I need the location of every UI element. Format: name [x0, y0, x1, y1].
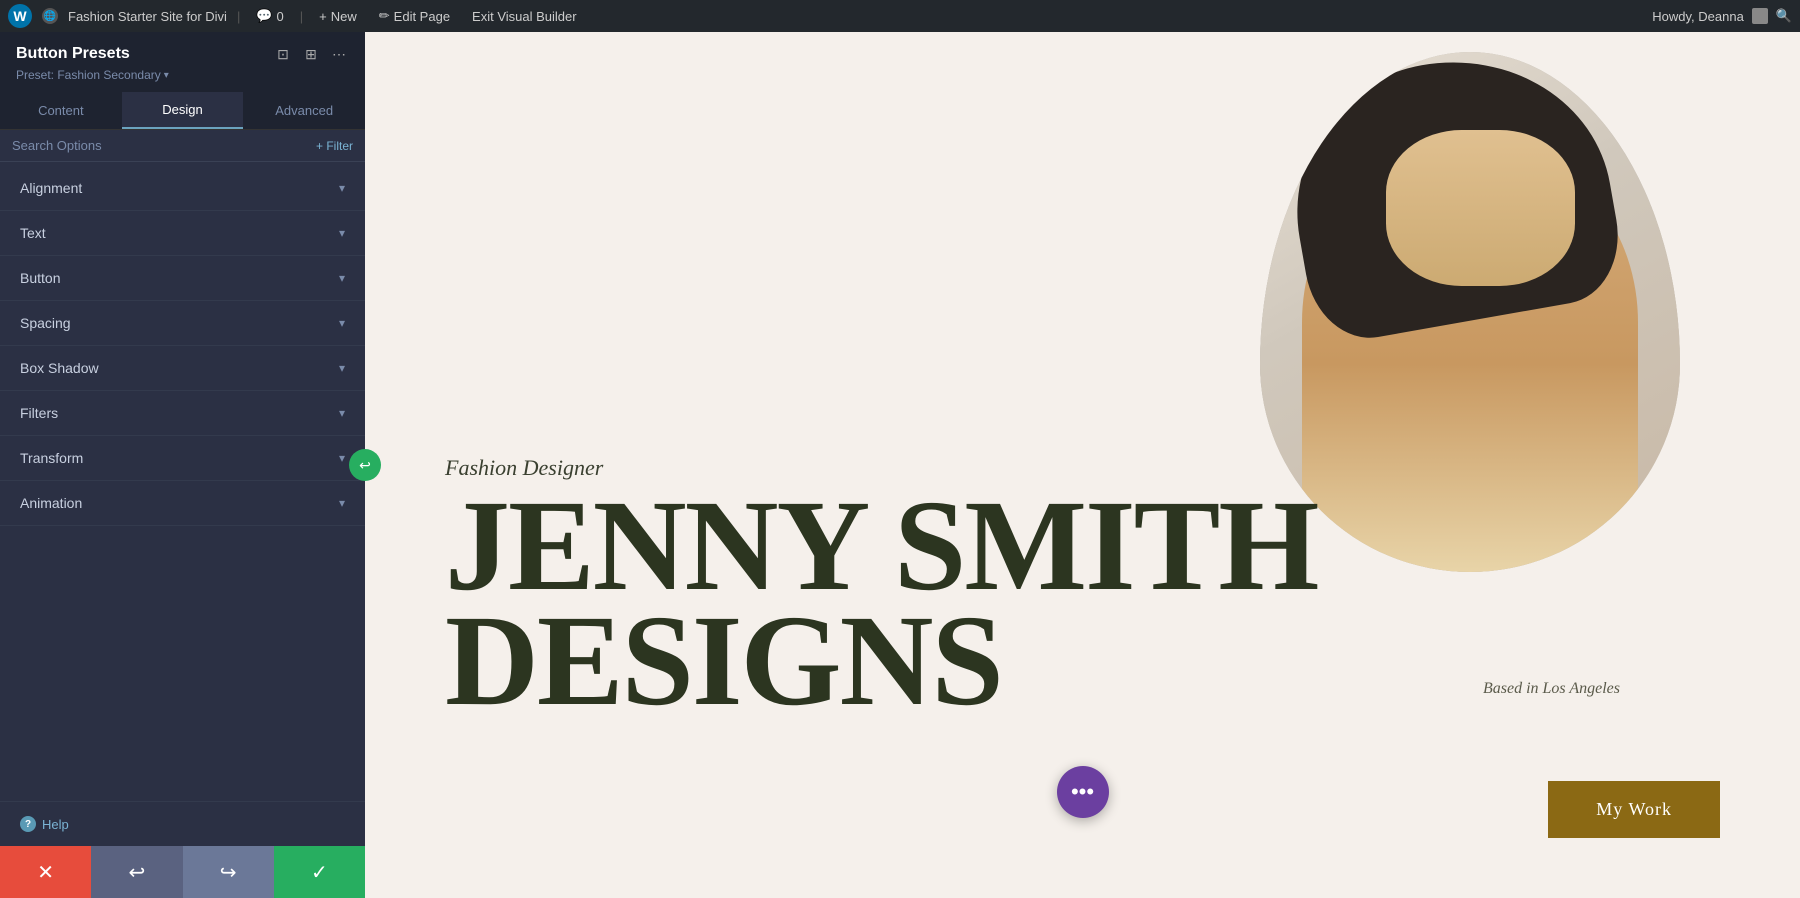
bottom-toolbar: ✕ ↩ ↪ ✓: [0, 846, 365, 898]
option-spacing[interactable]: Spacing ▾: [0, 301, 365, 346]
option-transform[interactable]: Transform ▾: [0, 436, 365, 481]
back-arrow-icon: ↩: [359, 457, 371, 474]
chevron-down-icon: ▾: [339, 406, 345, 420]
main-area: Button Presets ⊡ ⊞ ⋯ Preset: Fashion Sec…: [0, 32, 1800, 898]
option-animation[interactable]: Animation ▾: [0, 481, 365, 526]
comments-button[interactable]: 💬 0: [250, 6, 289, 26]
separator2: |: [300, 9, 303, 24]
option-text[interactable]: Text ▾: [0, 211, 365, 256]
sidebar-header: Button Presets ⊡ ⊞ ⋯ Preset: Fashion Sec…: [0, 32, 365, 92]
options-list: Alignment ▾ Text ▾ Button ▾ Spacing ▾ Bo…: [0, 162, 365, 801]
option-transform-label: Transform: [20, 450, 83, 466]
sidebar-title: Button Presets: [16, 45, 130, 63]
hero-portrait-container: [1260, 52, 1680, 572]
hero-title-line2: DESIGNS: [445, 589, 1002, 733]
tab-design[interactable]: Design: [122, 92, 244, 129]
preset-label[interactable]: Preset: Fashion Secondary ▾: [16, 68, 349, 82]
hero-location: Based in Los Angeles: [1483, 680, 1620, 698]
site-name[interactable]: Fashion Starter Site for Divi: [68, 9, 227, 24]
redo-button[interactable]: ↪: [183, 846, 274, 898]
site-icon: 🌐: [42, 8, 58, 24]
sidebar-wrapper: Button Presets ⊡ ⊞ ⋯ Preset: Fashion Sec…: [0, 32, 365, 898]
help-link[interactable]: ? Help: [20, 816, 345, 832]
option-box-shadow-label: Box Shadow: [20, 360, 99, 376]
new-button[interactable]: + New: [313, 7, 363, 26]
help-label: Help: [42, 817, 69, 832]
hero-section: Fashion Designer JENNY SMITH DESIGNS Bas…: [365, 32, 1800, 898]
save-button[interactable]: ✓: [274, 846, 365, 898]
plus-icon: +: [319, 9, 327, 24]
fab-button[interactable]: •••: [1057, 766, 1109, 818]
chevron-down-icon: ▾: [339, 451, 345, 465]
tab-advanced[interactable]: Advanced: [243, 92, 365, 129]
hero-text-block: Fashion Designer JENNY SMITH DESIGNS: [445, 455, 1317, 718]
option-spacing-label: Spacing: [20, 315, 71, 331]
sidebar-back-button[interactable]: ↩: [349, 449, 381, 481]
fab-dots-icon: •••: [1071, 779, 1094, 805]
topbar-left: W 🌐 Fashion Starter Site for Divi | 💬 0 …: [8, 4, 1640, 28]
chevron-down-icon: ▾: [339, 316, 345, 330]
sidebar-title-row: Button Presets ⊡ ⊞ ⋯: [16, 44, 349, 64]
separator: |: [237, 9, 240, 24]
preset-arrow-icon: ▾: [164, 70, 169, 81]
hero-title: JENNY SMITH DESIGNS: [445, 489, 1317, 718]
user-avatar[interactable]: [1752, 8, 1768, 24]
option-filters-label: Filters: [20, 405, 58, 421]
save-icon: ✓: [311, 860, 328, 885]
edit-page-button[interactable]: ✏ Edit Page: [373, 6, 456, 26]
option-alignment[interactable]: Alignment ▾: [0, 166, 365, 211]
chevron-down-icon: ▾: [339, 361, 345, 375]
undo-icon: ↩: [128, 860, 145, 885]
responsive-icon[interactable]: ⊡: [273, 44, 293, 64]
option-text-label: Text: [20, 225, 46, 241]
option-filters[interactable]: Filters ▾: [0, 391, 365, 436]
sidebar: Button Presets ⊡ ⊞ ⋯ Preset: Fashion Sec…: [0, 32, 365, 898]
hero-portrait: [1260, 52, 1680, 572]
more-icon[interactable]: ⋯: [329, 44, 349, 64]
sidebar-tabs: Content Design Advanced: [0, 92, 365, 130]
undo-button[interactable]: ↩: [91, 846, 182, 898]
help-icon: ?: [20, 816, 36, 832]
option-button[interactable]: Button ▾: [0, 256, 365, 301]
exit-builder-button[interactable]: Exit Visual Builder: [466, 7, 583, 26]
option-animation-label: Animation: [20, 495, 82, 511]
topbar-right: Howdy, Deanna 🔍: [1652, 8, 1792, 24]
chevron-down-icon: ▾: [339, 271, 345, 285]
comments-icon: 💬: [256, 8, 272, 24]
chevron-down-icon: ▾: [339, 226, 345, 240]
my-work-button[interactable]: My Work: [1548, 781, 1720, 838]
search-input[interactable]: [12, 138, 308, 153]
cancel-button[interactable]: ✕: [0, 846, 91, 898]
search-icon[interactable]: 🔍: [1776, 8, 1792, 24]
layout-icon[interactable]: ⊞: [301, 44, 321, 64]
canvas: Fashion Designer JENNY SMITH DESIGNS Bas…: [365, 32, 1800, 898]
search-bar: + Filter: [0, 130, 365, 162]
topbar: W 🌐 Fashion Starter Site for Divi | 💬 0 …: [0, 0, 1800, 32]
filter-button[interactable]: + Filter: [316, 139, 353, 153]
option-button-label: Button: [20, 270, 60, 286]
option-box-shadow[interactable]: Box Shadow ▾: [0, 346, 365, 391]
comments-count: 0: [277, 9, 284, 24]
sidebar-title-icons: ⊡ ⊞ ⋯: [273, 44, 349, 64]
wordpress-logo-icon[interactable]: W: [8, 4, 32, 28]
pencil-icon: ✏: [379, 8, 390, 24]
redo-icon: ↪: [220, 860, 237, 885]
sidebar-footer: ? Help: [0, 801, 365, 846]
chevron-down-icon: ▾: [339, 496, 345, 510]
cancel-icon: ✕: [37, 860, 54, 885]
option-alignment-label: Alignment: [20, 180, 82, 196]
tab-content[interactable]: Content: [0, 92, 122, 129]
howdy-text: Howdy, Deanna: [1652, 9, 1744, 24]
chevron-down-icon: ▾: [339, 181, 345, 195]
